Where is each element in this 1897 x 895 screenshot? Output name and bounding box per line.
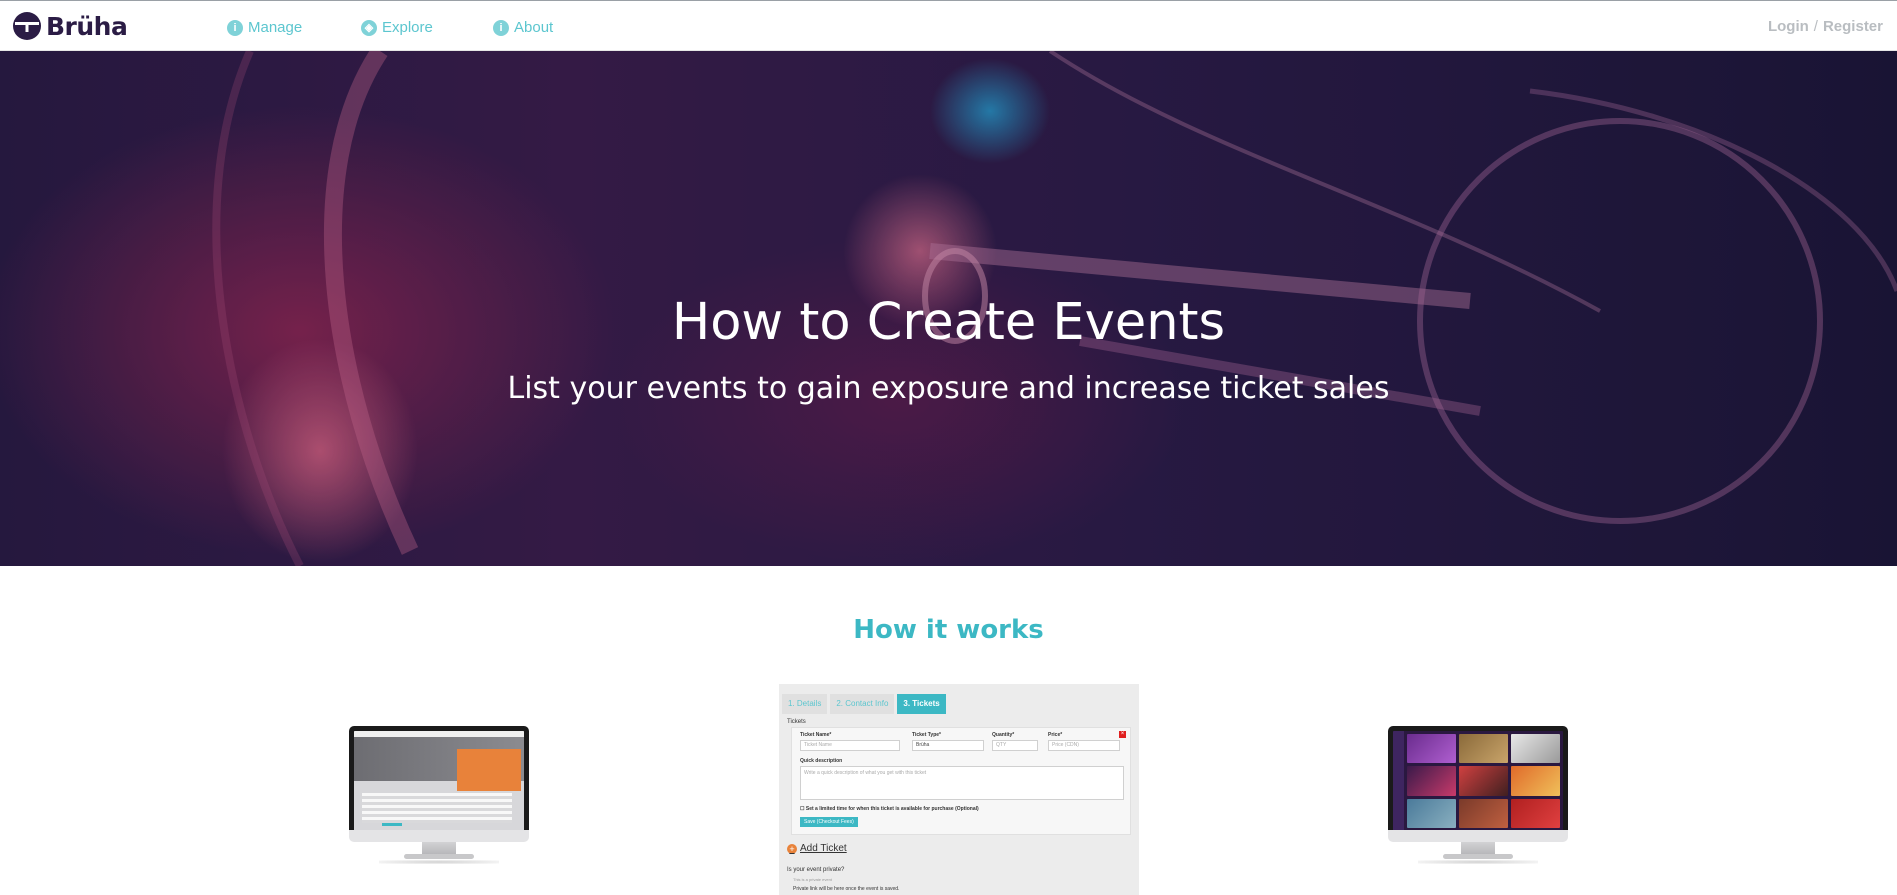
ticket-type-select[interactable]: Brüha xyxy=(912,740,984,751)
top-navbar: Brüha i Manage ◈ Explore i About Login / R… xyxy=(0,0,1897,51)
auth-separator: / xyxy=(1813,18,1818,35)
monitor-screen xyxy=(349,726,529,836)
hero-banner: How to Create Events List your events to… xyxy=(0,51,1897,566)
ticket-card: × Ticket Name* Ticket Name Ticket Type* … xyxy=(791,727,1131,835)
quantity-label: Quantity* xyxy=(992,732,1015,738)
compass-icon: ◈ xyxy=(361,19,377,36)
price-label: Price* xyxy=(1048,732,1063,738)
how-it-works-title: How it works xyxy=(853,615,1044,645)
create-event-form-preview: 1. Details 2. Contact Info 3. Tickets Ti… xyxy=(779,684,1139,895)
nav-manage-label: Manage xyxy=(248,19,303,36)
quick-description-textarea[interactable]: Write a quick description of what you ge… xyxy=(800,766,1124,800)
nav-manage[interactable]: i Manage xyxy=(227,19,302,36)
manage-page-preview-image xyxy=(354,731,524,831)
price-input[interactable]: Price (CDN) xyxy=(1048,740,1120,751)
tab-contact-info[interactable]: 2. Contact Info xyxy=(830,694,895,714)
nav-explore-label: Explore xyxy=(382,19,433,36)
info-icon: i xyxy=(227,19,243,36)
tab-tickets[interactable]: 3. Tickets xyxy=(897,694,946,714)
brand-logo[interactable]: Brüha xyxy=(12,11,128,41)
add-ticket-label: Add Ticket xyxy=(800,843,847,854)
register-link[interactable]: Register xyxy=(1823,18,1883,35)
login-link[interactable]: Login xyxy=(1768,18,1809,35)
quantity-input[interactable]: QTY xyxy=(992,740,1038,751)
hero-title: How to Create Events xyxy=(671,293,1226,352)
brand-name: Brüha xyxy=(46,11,128,41)
auth-links: Login / Register xyxy=(1768,18,1883,35)
plus-icon: + xyxy=(787,843,797,854)
bruha-logo-icon xyxy=(13,12,41,40)
remove-ticket-icon[interactable]: × xyxy=(1119,731,1126,738)
ticket-name-label: Ticket Name* xyxy=(800,732,832,738)
ticket-name-input[interactable]: Ticket Name xyxy=(800,740,900,751)
tab-details[interactable]: 1. Details xyxy=(782,694,828,714)
private-event-option[interactable]: This is a private event xyxy=(793,877,832,882)
save-ticket-button[interactable]: Save (Checkout Fees) xyxy=(800,817,858,827)
private-event-question: Is your event private? xyxy=(787,867,845,873)
limited-time-checkbox[interactable]: ☐ Set a limited time for when this ticke… xyxy=(800,806,979,812)
nav-about-label: About xyxy=(514,19,554,36)
add-ticket-link[interactable]: + Add Ticket xyxy=(787,843,847,854)
private-link-note: Private link will be here once the event… xyxy=(793,886,900,892)
monitor-screenshot-manage xyxy=(349,726,529,876)
hero-subtitle: List your events to gain exposure and in… xyxy=(507,371,1390,406)
nav-explore[interactable]: ◈ Explore xyxy=(361,19,433,36)
ticket-type-label: Ticket Type* xyxy=(912,732,941,738)
form-tabs: 1. Details 2. Contact Info 3. Tickets xyxy=(782,694,949,714)
info-icon: i xyxy=(493,19,509,36)
monitor-screenshot-explore xyxy=(1388,726,1568,876)
tickets-section-label: Tickets xyxy=(787,719,806,725)
nav-about[interactable]: i About xyxy=(493,19,553,36)
monitor-screen xyxy=(1388,726,1568,836)
limited-time-label: Set a limited time for when this ticket … xyxy=(805,806,979,812)
explore-page-preview-image xyxy=(1393,731,1563,831)
quick-description-label: Quick description xyxy=(800,758,843,764)
